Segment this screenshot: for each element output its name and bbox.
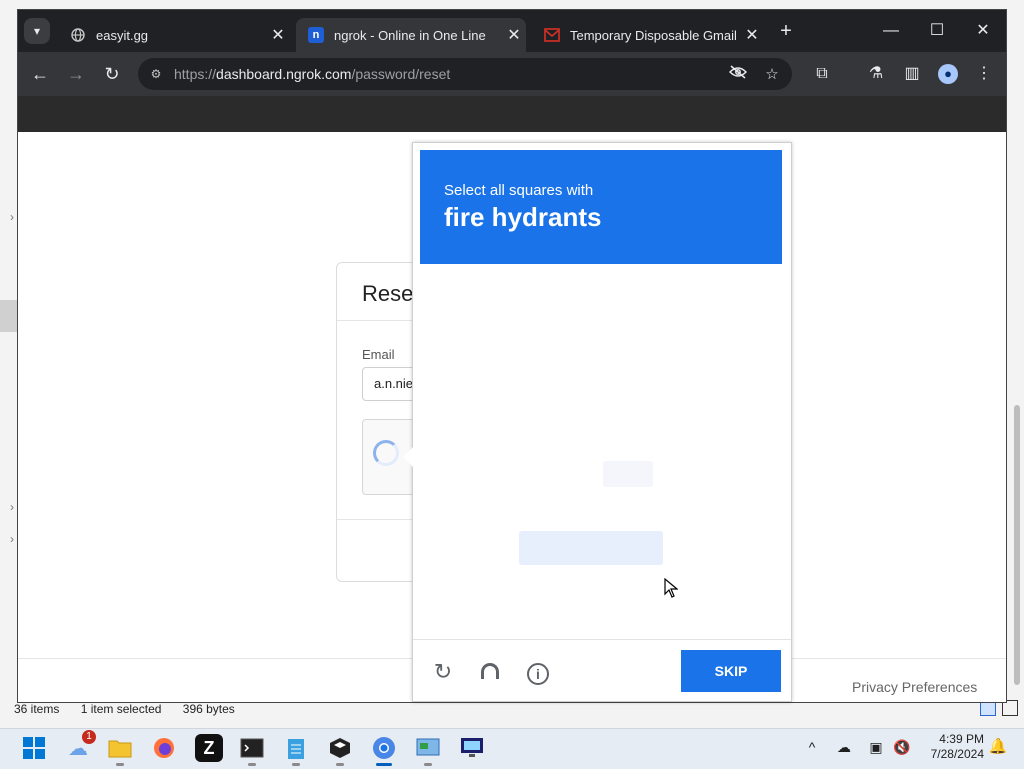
notification-badge: 1 (82, 730, 96, 744)
close-icon[interactable]: ✕ (740, 25, 764, 45)
terminal-app[interactable] (238, 734, 266, 766)
z-app[interactable]: Z (195, 734, 223, 762)
ngrok-logo-icon: n (308, 27, 324, 43)
chrome-icon (373, 737, 395, 759)
forward-button[interactable]: → (64, 62, 88, 86)
tab-bar: ▾ easyit.gg ✕ n ngrok - Online in One Li… (18, 10, 1006, 52)
chevron-right-icon[interactable]: › (10, 210, 14, 224)
control-panel-icon (416, 738, 440, 756)
challenge-loading-placeholder (519, 531, 663, 565)
new-tab-button[interactable]: + (774, 20, 798, 44)
eye-off-icon[interactable] (728, 65, 748, 85)
email-label: Email (362, 347, 395, 362)
speaker-muted-icon[interactable]: 🔇 (892, 737, 912, 757)
captcha-challenge: Select all squares with fire hydrants ↻ … (403, 142, 792, 702)
details-view-icon[interactable] (980, 700, 996, 716)
side-panel-icon[interactable]: ▥ (900, 62, 924, 86)
url-host: dashboard.ngrok.com (216, 66, 352, 82)
url-text[interactable]: https://dashboard.ngrok.com/password/res… (174, 66, 450, 82)
chevron-up-icon[interactable]: ^ (802, 737, 822, 757)
chevron-down-icon: ▾ (33, 24, 41, 38)
card-title: Rese (362, 281, 414, 306)
tab-temp-gmail[interactable]: Temporary Disposable Gmail | ✕ (532, 18, 764, 52)
items-count: 36 items (14, 702, 60, 716)
tab-ngrok[interactable]: n ngrok - Online in One Line ✕ (296, 18, 526, 52)
site-settings-icon[interactable]: ⚙ (148, 66, 164, 82)
info-icon[interactable]: i (525, 659, 551, 685)
clock-date: 7/28/2024 (930, 747, 984, 761)
close-icon[interactable]: ✕ (266, 25, 290, 45)
weather-widget[interactable]: ☁ 1 (64, 730, 96, 762)
network-icon[interactable]: ▣ (866, 737, 886, 757)
chevron-right-icon[interactable]: › (10, 532, 14, 546)
url-scheme: https:// (174, 66, 217, 82)
game-app[interactable] (326, 734, 354, 766)
maximize-button[interactable]: ☐ (914, 18, 960, 44)
windows-logo-icon (23, 737, 45, 759)
selection-size: 396 bytes (182, 702, 235, 716)
explorer-status-bar: 36 items 1 item selected 396 bytes (14, 702, 253, 716)
close-window-button[interactable]: ✕ (960, 18, 1006, 44)
close-icon[interactable]: ✕ (502, 25, 526, 45)
file-explorer-app[interactable] (106, 734, 134, 766)
tab-search-button[interactable]: ▾ (24, 18, 50, 44)
chevron-right-icon[interactable]: › (10, 500, 14, 514)
start-button[interactable] (20, 734, 48, 762)
challenge-pointer (403, 447, 413, 467)
control-panel-app[interactable] (414, 734, 442, 766)
url-path: /password/reset (351, 66, 451, 82)
z-logo-icon: Z (203, 737, 215, 758)
notepad-app[interactable] (282, 734, 310, 766)
globe-icon (70, 27, 86, 43)
terminal-icon (240, 738, 264, 758)
firefox-app[interactable] (150, 734, 178, 762)
extensions-icon[interactable]: ⧉ (810, 62, 834, 86)
cloud-offline-icon[interactable]: ☁ (834, 737, 854, 757)
tiles-view-icon[interactable] (1002, 700, 1018, 716)
privacy-preferences-link[interactable]: Privacy Preferences (852, 679, 977, 695)
system-clock[interactable]: 4:39 PM 7/28/2024 (920, 732, 984, 762)
skip-button[interactable]: SKIP (681, 650, 781, 692)
headphones-icon[interactable] (477, 659, 503, 685)
cube-icon (330, 738, 350, 758)
challenge-footer-divider (413, 639, 791, 640)
tab-easyit[interactable]: easyit.gg ✕ (58, 18, 290, 52)
monitor-icon (461, 738, 483, 757)
address-bar[interactable]: ⚙ https://dashboard.ngrok.com/password/r… (138, 58, 792, 90)
challenge-prompt: Select all squares with (444, 182, 594, 199)
tab-title: easyit.gg (96, 27, 149, 43)
chrome-app[interactable] (370, 734, 398, 766)
loading-spinner-icon (373, 440, 399, 466)
mouse-cursor-icon (664, 577, 679, 603)
selection-info: 1 item selected (80, 702, 162, 716)
reload-challenge-icon[interactable]: ↻ (430, 659, 456, 685)
challenge-header: Select all squares with fire hydrants (420, 150, 782, 264)
bookmark-star-icon[interactable]: ☆ (762, 65, 782, 85)
back-button[interactable]: ← (28, 62, 52, 86)
challenge-object: fire hydrants (444, 202, 602, 232)
browser-toolbar: ← → ↻ ⚙ https://dashboard.ngrok.com/pass… (18, 52, 1006, 96)
notepad-icon (288, 739, 304, 759)
explorer-selection-strip (0, 300, 18, 332)
more-menu-icon[interactable]: ⋮ (972, 62, 996, 86)
tab-title: Temporary Disposable Gmail | (570, 27, 740, 43)
reload-button[interactable]: ↻ (100, 62, 124, 86)
profile-avatar-icon[interactable]: ● (936, 62, 960, 86)
notification-bell-icon[interactable]: 🔔 (988, 737, 1008, 757)
clock-time: 4:39 PM (939, 732, 984, 746)
firefox-icon (154, 738, 174, 758)
view-toggle (980, 700, 1018, 716)
minimize-button[interactable]: — (868, 18, 914, 44)
page-header-band (18, 96, 1006, 132)
labs-flask-icon[interactable]: ⚗ (864, 62, 888, 86)
challenge-loading-placeholder (603, 461, 653, 487)
explorer-scrollbar[interactable] (1014, 405, 1020, 685)
taskbar: ☁ 1 Z ^ ☁ ▣ 🔇 4:39 PM 7/28/2024 🔔 (0, 728, 1024, 769)
remote-desktop-app[interactable] (458, 734, 486, 762)
tab-title: ngrok - Online in One Line (334, 27, 486, 43)
gmail-box-icon (544, 27, 560, 43)
folder-icon (108, 740, 132, 758)
